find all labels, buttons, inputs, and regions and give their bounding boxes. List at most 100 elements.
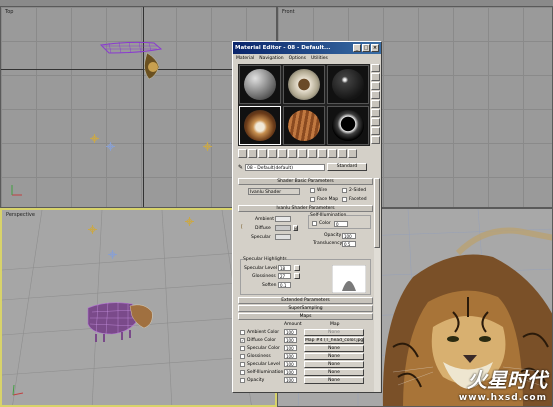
rollout-supersampling[interactable]: SuperSampling <box>238 305 373 312</box>
map-row-checkbox[interactable] <box>240 354 245 359</box>
menu-options[interactable]: Options <box>289 56 306 61</box>
map-row-checkbox[interactable] <box>240 346 245 351</box>
light-icon[interactable] <box>108 250 117 259</box>
map-row-checkbox[interactable] <box>240 370 245 375</box>
specular-swatch[interactable] <box>275 234 291 240</box>
map-row-checkbox[interactable] <box>240 330 245 335</box>
material-slot-selected[interactable] <box>239 106 281 145</box>
map-row-checkbox[interactable]: ✓ <box>240 338 245 343</box>
material-slot[interactable] <box>283 106 325 145</box>
viewport-label: Front <box>282 9 295 15</box>
put-to-scene-icon[interactable] <box>248 148 257 158</box>
show-end-result-icon[interactable] <box>328 148 337 158</box>
map-button[interactable] <box>294 273 300 279</box>
scrollbar-thumb[interactable] <box>374 178 380 248</box>
material-slot[interactable] <box>327 106 369 145</box>
select-by-material-icon[interactable] <box>371 127 380 135</box>
material-slot[interactable] <box>327 65 369 104</box>
two-sided-label: 2-Sided <box>349 188 367 193</box>
map-row-amount[interactable]: 100 <box>284 361 297 367</box>
maximize-button[interactable]: □ <box>362 44 370 52</box>
light-icon[interactable] <box>90 134 99 143</box>
minimize-button[interactable]: _ <box>353 44 361 52</box>
map-row-amount[interactable]: 100 <box>284 353 297 359</box>
map-row: ✓ Diffuse Color 100 Map #4 (T_head_color… <box>238 337 373 344</box>
video-color-check-icon[interactable] <box>371 100 380 108</box>
material-type-button[interactable]: Standard <box>327 163 368 171</box>
shader-dropdown[interactable]: Ivanlu Shader <box>248 188 300 195</box>
diffuse-swatch[interactable] <box>275 225 291 231</box>
go-to-parent-icon[interactable] <box>338 148 347 158</box>
sample-uv-icon[interactable] <box>371 91 380 99</box>
map-row-amount[interactable]: 100 <box>284 377 297 383</box>
self-illum-spinner[interactable]: 0 <box>334 221 348 227</box>
map-row-amount[interactable]: 100 <box>284 329 297 335</box>
material-editor-titlebar[interactable]: Material Editor - 08 - Default... _ □ × <box>233 42 381 54</box>
options-icon[interactable] <box>371 118 380 126</box>
map-row-map-button[interactable]: None <box>304 377 364 384</box>
make-unique-icon[interactable] <box>288 148 297 158</box>
map-row-map-button[interactable]: None <box>304 329 364 336</box>
translucency-spinner[interactable]: 0.5 <box>342 241 356 247</box>
map-row-checkbox[interactable] <box>240 362 245 367</box>
map-row-amount[interactable]: 100 <box>284 345 297 351</box>
specular-highlights-panel: Specular Highlights Specular Level 18 Gl… <box>238 255 373 295</box>
glossiness-spinner[interactable]: 27 <box>278 273 291 279</box>
self-illum-color-checkbox[interactable] <box>312 221 317 226</box>
get-material-icon[interactable] <box>238 148 247 158</box>
map-row-checkbox[interactable] <box>240 378 245 383</box>
faceted-checkbox[interactable] <box>342 197 347 202</box>
opacity-spinner[interactable]: 100 <box>342 233 356 239</box>
map-row-map-button[interactable]: None <box>304 369 364 376</box>
menu-utilities[interactable]: Utilities <box>311 56 328 61</box>
panel-scrollbar[interactable] <box>374 178 380 392</box>
go-forward-icon[interactable] <box>348 148 357 158</box>
light-icon[interactable] <box>88 225 97 234</box>
map-button[interactable] <box>294 265 300 271</box>
map-row-map-button[interactable]: Map #4 (T_head_color.jpg) <box>304 337 364 344</box>
backlight-icon[interactable] <box>371 73 380 81</box>
face-map-checkbox[interactable] <box>310 197 315 202</box>
soften-spinner[interactable]: 0.1 <box>278 282 291 288</box>
material-id-icon[interactable] <box>308 148 317 158</box>
map-row-map-button[interactable]: None <box>304 361 364 368</box>
close-button[interactable]: × <box>371 44 379 52</box>
eyedropper-icon[interactable]: ✎ <box>238 164 243 171</box>
rollout-shader-basic[interactable]: Shader Basic Parameters <box>238 178 373 185</box>
material-slot[interactable] <box>283 65 325 104</box>
background-icon[interactable] <box>371 82 380 90</box>
material-name-field[interactable]: 08 - Default(default) <box>245 163 326 171</box>
rollout-maps[interactable]: Maps <box>238 313 373 320</box>
menu-navigation[interactable]: Navigation <box>259 56 283 61</box>
material-editor-window[interactable]: Material Editor - 08 - Default... _ □ × … <box>232 41 382 393</box>
map-row-amount[interactable]: 100 <box>284 369 297 375</box>
lock-icon[interactable]: [ <box>241 225 243 230</box>
map-header: Map <box>330 322 340 327</box>
map-row-map-button[interactable]: None <box>304 353 364 360</box>
map-row-amount[interactable]: 100 <box>284 337 297 343</box>
light-icon[interactable] <box>185 217 194 226</box>
material-slot[interactable] <box>239 65 281 104</box>
watermark: 火星时代 www.hxsd.com <box>459 364 547 403</box>
assign-material-icon[interactable] <box>258 148 267 158</box>
ambient-swatch[interactable] <box>275 216 291 222</box>
diffuse-map-button[interactable]: M <box>293 225 298 231</box>
light-icon[interactable] <box>106 142 115 151</box>
map-row-map-button[interactable]: None <box>304 345 364 352</box>
two-sided-checkbox[interactable] <box>342 188 347 193</box>
put-to-library-icon[interactable] <box>298 148 307 158</box>
watermark-url: www.hxsd.com <box>458 393 547 403</box>
sample-type-icon[interactable] <box>371 64 380 72</box>
material-navigator-icon[interactable] <box>371 136 380 144</box>
wire-checkbox[interactable] <box>310 188 315 193</box>
axis-tripod-icon <box>12 384 24 396</box>
reset-map-icon[interactable] <box>268 148 277 158</box>
copy-material-icon[interactable] <box>278 148 287 158</box>
rollout-shader-params[interactable]: Ivanlu Shader Parameters <box>238 205 373 212</box>
menu-material[interactable]: Material <box>236 56 254 61</box>
rollout-extended[interactable]: Extended Parameters <box>238 297 373 304</box>
make-preview-icon[interactable] <box>371 109 380 117</box>
light-icon[interactable] <box>203 142 212 151</box>
spec-level-spinner[interactable]: 18 <box>278 265 291 271</box>
show-map-icon[interactable] <box>318 148 327 158</box>
